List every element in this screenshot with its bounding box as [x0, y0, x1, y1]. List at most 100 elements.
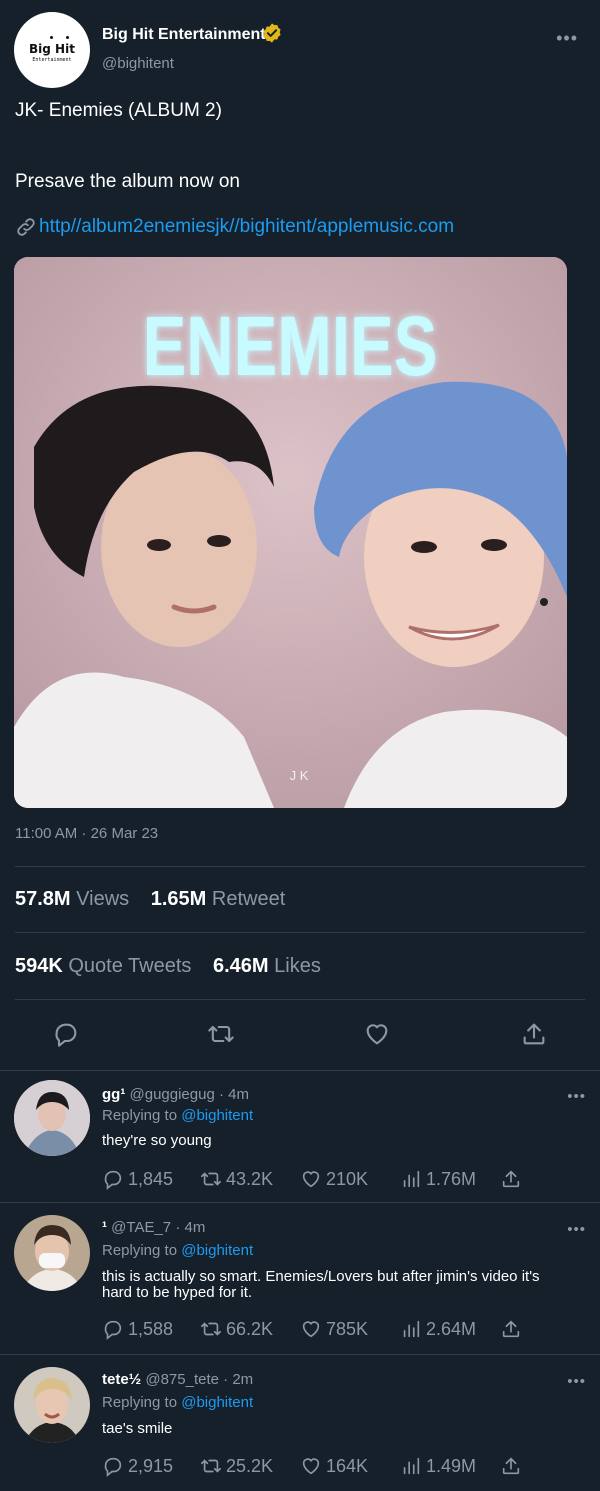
replying-to-mention[interactable]: @bighitent — [181, 1107, 253, 1124]
replying-to: Replying to @bighitent — [102, 1394, 253, 1411]
author-name[interactable]: Big Hit Entertainment — [102, 26, 266, 44]
reply-text: they're so young — [102, 1132, 212, 1149]
album-cover-art: ENEMIES J K — [14, 257, 567, 808]
replying-to: Replying to @bighitent — [102, 1107, 253, 1124]
like-icon — [302, 1458, 320, 1475]
reply-item[interactable]: tete½ @875_tete · 2m ••• Replying to @bi… — [0, 1354, 600, 1491]
reply-meta: ¹ @TAE_7 · 4m — [102, 1219, 205, 1236]
retweet-icon[interactable] — [207, 1020, 235, 1048]
album-cover-image[interactable]: ENEMIES J K — [14, 257, 567, 808]
album-caption-text: J K — [290, 768, 309, 783]
reply-author-name[interactable]: tete½ — [102, 1371, 141, 1388]
reply-avatar-image — [14, 1367, 90, 1443]
replying-to-label: Replying to — [102, 1107, 178, 1124]
reply-count-button[interactable]: 2,915 — [102, 1455, 173, 1477]
like-icon — [302, 1171, 320, 1188]
quote-label[interactable]: Quote Tweets — [68, 955, 191, 977]
author-avatar[interactable]: Big Hit Entertainment — [14, 12, 90, 88]
tweet-link[interactable]: http//album2enemiesjk//bighitent/applemu… — [15, 216, 454, 238]
share-icon — [502, 1457, 520, 1475]
reply-avatar[interactable] — [14, 1080, 90, 1156]
share-button[interactable] — [500, 1168, 526, 1190]
reply-author-handle[interactable]: @TAE_7 — [111, 1219, 171, 1236]
tweet-timestamp[interactable]: 11:00 AM · 26 Mar 23 — [15, 825, 158, 842]
like-count: 210K — [326, 1168, 369, 1189]
reply-count: 2,915 — [128, 1455, 174, 1476]
reply-time[interactable]: · 2m — [223, 1371, 253, 1388]
retweet-label[interactable]: Retweet — [212, 888, 285, 910]
retweet-count: 43.2K — [226, 1168, 274, 1189]
retweet-icon — [201, 1322, 221, 1336]
reply-time[interactable]: · 4m — [175, 1219, 205, 1236]
more-options-icon[interactable]: ••• — [567, 1221, 586, 1238]
like-icon[interactable] — [363, 1020, 391, 1048]
views-bar-chart-icon — [403, 1320, 420, 1338]
like-count-button[interactable]: 164K — [300, 1455, 368, 1477]
reply-avatar[interactable] — [14, 1215, 90, 1291]
likes-label[interactable]: Likes — [274, 955, 321, 977]
share-button[interactable] — [500, 1318, 526, 1340]
reply-avatar-image — [14, 1080, 90, 1156]
views-label: Views — [76, 888, 130, 910]
views-count-button[interactable]: 1.76M — [400, 1168, 476, 1190]
replying-to-label: Replying to — [102, 1394, 178, 1411]
author-handle[interactable]: @bighitent — [102, 55, 174, 72]
reply-action-bar: 1,588 66.2K 785K 2.64M — [102, 1318, 592, 1344]
album-title-text: ENEMIES — [143, 299, 438, 393]
views-bar-chart-icon — [403, 1457, 420, 1475]
replying-to: Replying to @bighitent — [102, 1242, 253, 1259]
reply-icon — [104, 1170, 122, 1190]
views-count-button[interactable]: 1.49M — [400, 1455, 476, 1477]
like-count-button[interactable]: 785K — [300, 1318, 368, 1340]
reply-meta: tete½ @875_tete · 2m — [102, 1371, 253, 1388]
reply-author-name[interactable]: ¹ — [102, 1219, 107, 1236]
reply-author-handle[interactable]: @guggiegug — [130, 1086, 215, 1103]
avatar-logo-text: Big Hit — [29, 42, 75, 56]
reply-time[interactable]: · 4m — [219, 1086, 249, 1103]
views-count: 2.64M — [426, 1318, 477, 1339]
reply-count: 1,845 — [128, 1168, 174, 1189]
stats-row-quotes: 594K Quote Tweets 6.46M Likes — [15, 955, 337, 978]
like-icon — [302, 1321, 320, 1338]
replying-to-label: Replying to — [102, 1242, 178, 1259]
share-button[interactable] — [500, 1455, 526, 1477]
tweet-link-text[interactable]: http//album2enemiesjk//bighitent/applemu… — [39, 216, 454, 237]
retweet-count[interactable]: 1.65M — [151, 888, 207, 910]
reply-item[interactable]: ¹ @TAE_7 · 4m ••• Replying to @bighitent… — [0, 1202, 600, 1354]
more-options-icon[interactable]: ••• — [567, 1373, 586, 1390]
like-count: 785K — [326, 1318, 369, 1339]
reply-text: this is actually so smart. Enemies/Lover… — [102, 1268, 540, 1301]
link-icon — [17, 218, 35, 236]
reply-action-bar: 2,915 25.2K 164K 1.49M — [102, 1455, 592, 1481]
replying-to-mention[interactable]: @bighitent — [181, 1394, 253, 1411]
reply-text: tae's smile — [102, 1420, 173, 1437]
like-count: 164K — [326, 1455, 369, 1476]
reply-item[interactable]: gg¹ @guggiegug · 4m ••• Replying to @big… — [0, 1070, 600, 1202]
reply-author-handle[interactable]: @875_tete — [145, 1371, 219, 1388]
likes-count[interactable]: 6.46M — [213, 955, 269, 977]
reply-count-button[interactable]: 1,845 — [102, 1168, 173, 1190]
more-options-icon[interactable]: ••• — [567, 1088, 586, 1105]
like-count-button[interactable]: 210K — [300, 1168, 368, 1190]
verified-badge-icon — [263, 23, 281, 43]
retweet-icon — [201, 1459, 221, 1473]
views-count-button[interactable]: 2.64M — [400, 1318, 476, 1340]
logo-dot — [66, 36, 69, 39]
reply-icon[interactable] — [52, 1020, 80, 1048]
reply-author-name[interactable]: gg¹ — [102, 1086, 125, 1103]
share-icon — [502, 1170, 520, 1188]
retweet-count: 25.2K — [226, 1455, 274, 1476]
replying-to-mention[interactable]: @bighitent — [181, 1242, 253, 1259]
divider — [15, 866, 585, 867]
retweet-count-button[interactable]: 43.2K — [200, 1168, 273, 1190]
views-bar-chart-icon — [403, 1170, 420, 1188]
reply-count: 1,588 — [128, 1318, 174, 1339]
reply-count-button[interactable]: 1,588 — [102, 1318, 173, 1340]
reply-avatar[interactable] — [14, 1367, 90, 1443]
quote-count[interactable]: 594K — [15, 955, 63, 977]
retweet-count-button[interactable]: 25.2K — [200, 1455, 273, 1477]
more-options-icon[interactable]: ••• — [556, 28, 578, 49]
share-icon[interactable] — [520, 1020, 548, 1048]
retweet-count-button[interactable]: 66.2K — [200, 1318, 273, 1340]
avatar-logo-subtext: Entertainment — [32, 57, 72, 63]
